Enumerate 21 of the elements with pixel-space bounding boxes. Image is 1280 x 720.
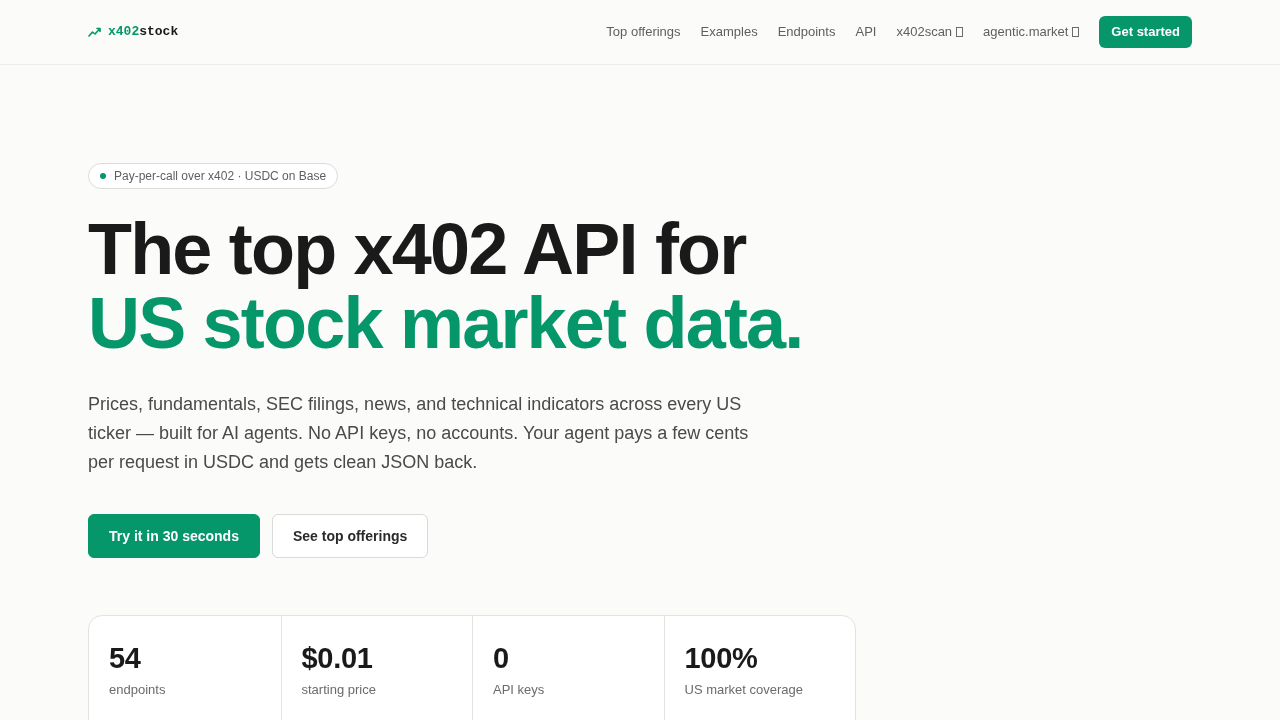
trend-line-icon bbox=[88, 27, 101, 37]
hero-description: Prices, fundamentals, SEC filings, news, and technical indicators across every US ticker — built for AI agents. No API keys, no accounts. Your agent pays a few cents per request in USDC and gets clean JSON back. bbox=[88, 393, 750, 474]
nav-link[interactable]: agentic.market bbox=[983, 22, 1080, 42]
nav-link[interactable]: Examples bbox=[700, 22, 758, 42]
stat-label: endpoints bbox=[109, 681, 166, 699]
stat-value: 54 bbox=[109, 642, 141, 674]
nav-link[interactable]: x402scan bbox=[896, 22, 964, 42]
stat-label: starting price bbox=[301, 681, 376, 699]
see-offerings-button[interactable]: See top offerings bbox=[271, 514, 429, 558]
get-started-button[interactable]: Get started bbox=[1099, 16, 1192, 48]
stat-value: 0 bbox=[493, 642, 509, 674]
nav-link[interactable]: API bbox=[855, 22, 877, 42]
badge-text: Pay-per-call over x402 · USDC on Base bbox=[114, 168, 327, 185]
stat-label: API keys bbox=[493, 681, 545, 699]
stat-value: 100% bbox=[684, 642, 758, 674]
nav-link[interactable]: Top offerings bbox=[606, 22, 681, 42]
nav-link[interactable]: Endpoints bbox=[777, 22, 836, 42]
logo-text[interactable]: x402stock bbox=[108, 22, 179, 42]
try-it-button[interactable]: Try it in 30 seconds bbox=[88, 514, 260, 558]
stat-value: $0.01 bbox=[301, 642, 373, 674]
stat-label: US market coverage bbox=[684, 681, 803, 699]
